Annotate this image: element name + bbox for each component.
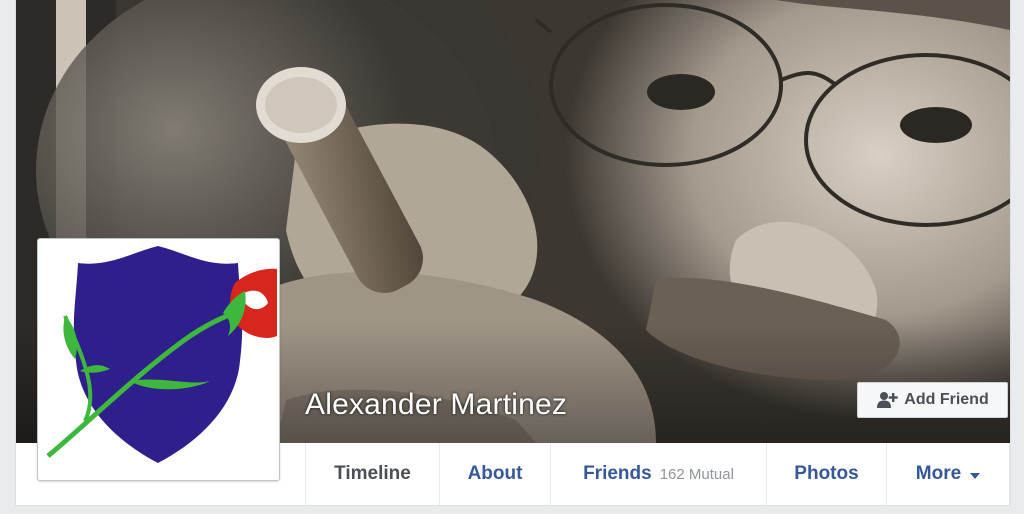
tab-photos[interactable]: Photos <box>767 443 887 505</box>
tab-timeline-label: Timeline <box>334 463 411 484</box>
tab-timeline[interactable]: Timeline <box>306 443 440 505</box>
profile-page: Alexander Martinez Add Friend Timeline A… <box>15 0 1011 506</box>
tab-friends-label: Friends <box>583 463 652 484</box>
tab-friends[interactable]: Friends 162 Mutual <box>551 443 767 505</box>
add-friend-icon <box>876 391 898 409</box>
shield-rose-logo <box>40 241 277 478</box>
profile-picture[interactable] <box>37 238 280 481</box>
tab-more[interactable]: More <box>887 443 1010 505</box>
tab-about[interactable]: About <box>440 443 551 505</box>
tab-about-label: About <box>467 463 523 484</box>
add-friend-label: Add Friend <box>904 391 989 408</box>
tab-photos-label: Photos <box>794 463 859 484</box>
add-friend-button[interactable]: Add Friend <box>857 382 1008 418</box>
caret-down-icon <box>970 472 981 479</box>
profile-nav: Timeline About Friends 162 Mutual Photos… <box>305 443 1010 505</box>
tab-more-label: More <box>915 463 962 484</box>
mutual-friends-count: 162 Mutual <box>659 465 734 483</box>
profile-name[interactable]: Alexander Martinez <box>305 388 567 422</box>
